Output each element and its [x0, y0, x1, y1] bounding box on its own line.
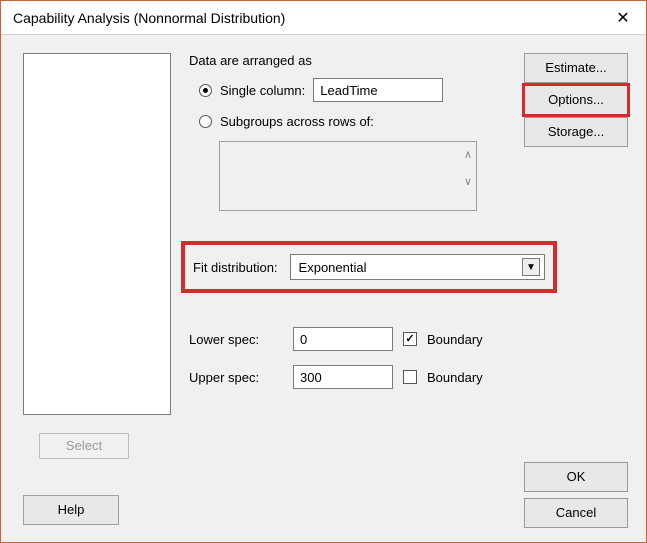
lower-spec-label: Lower spec: — [189, 332, 283, 347]
dialog-window: Capability Analysis (Nonnormal Distribut… — [0, 0, 647, 543]
single-column-label: Single column: — [220, 83, 305, 98]
spec-group: Lower spec: Boundary Upper spec: Boundar… — [189, 327, 483, 403]
dialog-body: Select Help Estimate... Options... Stora… — [1, 35, 646, 542]
subgroups-radio[interactable] — [199, 115, 212, 128]
single-column-row: Single column: — [189, 78, 514, 102]
lower-spec-input[interactable] — [293, 327, 393, 351]
fit-distribution-value: Exponential — [299, 260, 367, 275]
fit-distribution-row: Fit distribution: Exponential ▼ — [181, 241, 557, 293]
upper-spec-input[interactable] — [293, 365, 393, 389]
chevron-up-icon[interactable]: ∧ — [464, 148, 472, 161]
variable-list[interactable] — [23, 53, 171, 415]
estimate-button[interactable]: Estimate... — [524, 53, 628, 83]
scroll-spinner: ∧ ∨ — [464, 148, 472, 188]
help-button[interactable]: Help — [23, 495, 119, 525]
close-icon[interactable]: ✕ — [600, 1, 646, 35]
select-button: Select — [39, 433, 129, 459]
ok-button[interactable]: OK — [524, 462, 628, 492]
lower-boundary-checkbox[interactable] — [403, 332, 417, 346]
titlebar: Capability Analysis (Nonnormal Distribut… — [1, 1, 646, 35]
upper-spec-label: Upper spec: — [189, 370, 283, 385]
dropdown-arrow-icon[interactable]: ▼ — [522, 258, 540, 276]
chevron-down-icon[interactable]: ∨ — [464, 175, 472, 188]
data-arranged-group: Data are arranged as Single column: Subg… — [189, 53, 514, 211]
upper-boundary-label: Boundary — [427, 370, 483, 385]
arranged-label: Data are arranged as — [189, 53, 514, 68]
storage-button[interactable]: Storage... — [524, 117, 628, 147]
lower-boundary-label: Boundary — [427, 332, 483, 347]
upper-spec-row: Upper spec: Boundary — [189, 365, 483, 389]
subgroups-label: Subgroups across rows of: — [220, 114, 374, 129]
subgroups-textarea: ∧ ∨ — [219, 141, 477, 211]
subgroups-row: Subgroups across rows of: — [189, 114, 514, 129]
options-button[interactable]: Options... — [524, 85, 628, 115]
upper-boundary-checkbox[interactable] — [403, 370, 417, 384]
window-title: Capability Analysis (Nonnormal Distribut… — [13, 10, 285, 26]
single-column-input[interactable] — [313, 78, 443, 102]
single-column-radio[interactable] — [199, 84, 212, 97]
fit-distribution-dropdown[interactable]: Exponential ▼ — [290, 254, 545, 280]
ok-cancel-group: OK Cancel — [524, 462, 628, 528]
cancel-button[interactable]: Cancel — [524, 498, 628, 528]
fit-label: Fit distribution: — [193, 260, 278, 275]
lower-spec-row: Lower spec: Boundary — [189, 327, 483, 351]
side-buttons: Estimate... Options... Storage... — [524, 53, 628, 147]
